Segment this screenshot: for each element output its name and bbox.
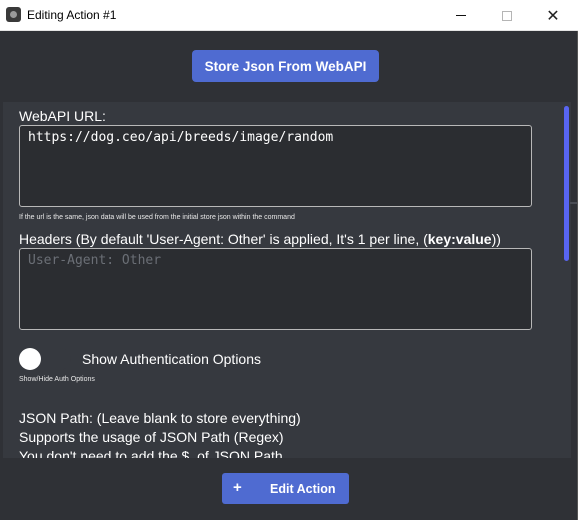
auth-toggle[interactable] [19, 348, 71, 370]
toggle-knob [19, 348, 41, 370]
plus-icon: + [233, 479, 242, 496]
edit-action-button[interactable]: + Edit Action [222, 473, 349, 504]
headers-label-key-value: key:value [427, 231, 492, 247]
maximize-icon [502, 10, 512, 21]
url-label: WebAPI URL: [19, 108, 106, 124]
title-bar: Editing Action #1 ✕ [0, 0, 578, 31]
auth-toggle-label: Show Authentication Options [82, 351, 262, 367]
edit-action-label: Edit Action [270, 482, 336, 496]
headers-label: Headers (By default 'User-Agent: Other' … [19, 231, 501, 247]
close-button[interactable]: ✕ [530, 0, 576, 31]
footer-area: + Edit Action [0, 458, 578, 520]
auth-note: Show/Hide Auth Options [19, 376, 95, 383]
maximize-button[interactable] [484, 0, 530, 31]
scrollbar-thumb[interactable] [564, 106, 569, 261]
form-panel: WebAPI URL: https://dog.ceo/api/breeds/i… [3, 102, 571, 458]
window-title: Editing Action #1 [27, 8, 117, 22]
headers-input[interactable]: User-Agent: Other [19, 248, 532, 330]
json-path-regex-note: Supports the usage of JSON Path (Regex) [19, 429, 284, 445]
minimize-icon [456, 15, 466, 16]
url-input[interactable]: https://dog.ceo/api/breeds/image/random [19, 125, 532, 207]
url-note: If the url is the same, json data will b… [19, 214, 295, 221]
minimize-button[interactable] [438, 0, 484, 31]
header-area: Store Json From WebAPI [0, 31, 578, 102]
json-path-dollar-note: You don't need to add the $. of JSON Pat… [19, 448, 283, 458]
close-icon: ✕ [546, 7, 560, 25]
json-path-label: JSON Path: (Leave blank to store everyth… [19, 410, 301, 426]
app-icon [6, 7, 21, 22]
store-json-button[interactable]: Store Json From WebAPI [192, 50, 379, 82]
